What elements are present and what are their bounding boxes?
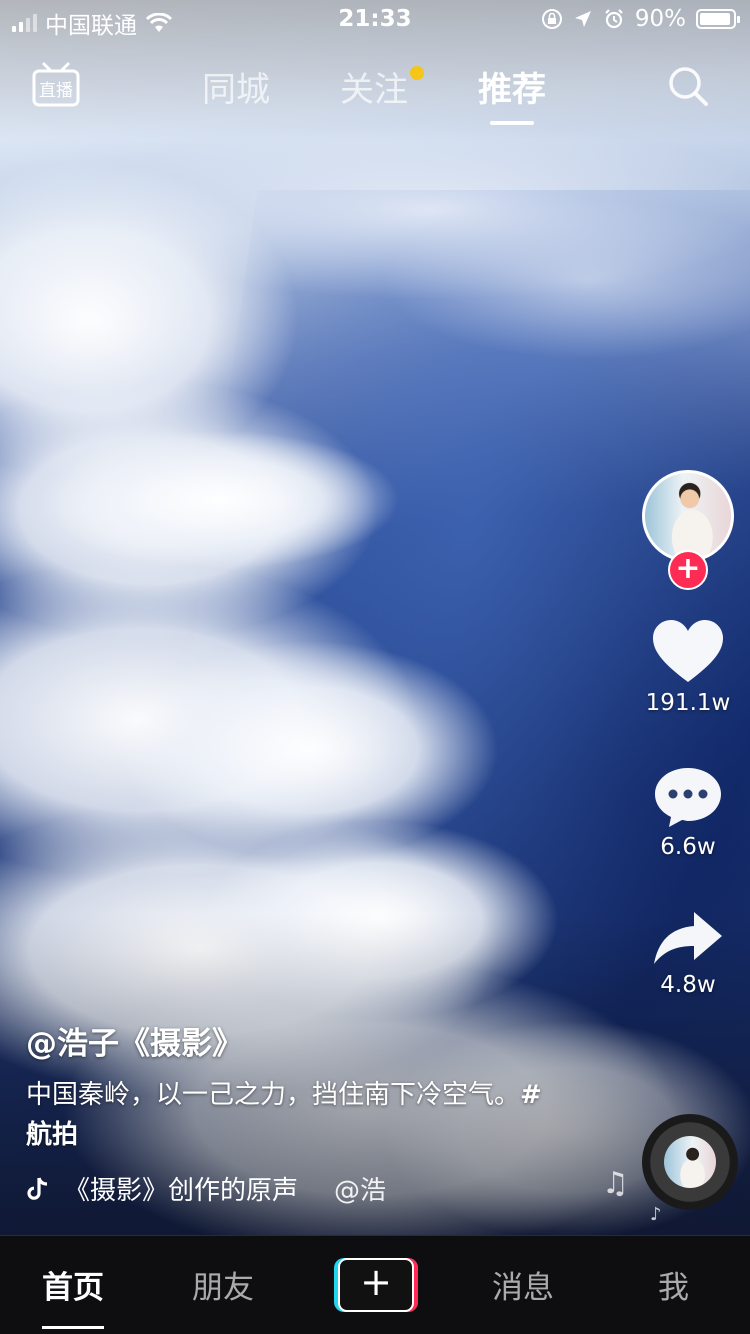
new-content-dot — [410, 66, 424, 80]
tab-me[interactable]: 我 — [658, 1262, 689, 1307]
tab-friends[interactable]: 朋友 — [192, 1262, 254, 1307]
location-icon — [574, 11, 591, 27]
tab-home[interactable]: 首页 — [42, 1262, 104, 1329]
orientation-lock-icon — [541, 9, 562, 29]
music-note-icon: ♫ — [602, 1166, 629, 1201]
action-column: + 191.1w 6.6w 4.8w — [638, 470, 738, 998]
music-title: 《摄影》创作的原声 — [64, 1176, 299, 1206]
create-button[interactable]: + — [334, 1258, 418, 1312]
plus-icon: + — [338, 1258, 414, 1312]
top-nav: 直播 同城 关注 推荐 — [0, 56, 750, 126]
like-action[interactable]: 191.1w — [638, 618, 738, 716]
alarm-icon — [605, 9, 623, 29]
music-info[interactable]: 《摄影》创作的原声 @浩 — [26, 1170, 416, 1207]
heart-icon[interactable] — [651, 618, 725, 686]
author-avatar-wrap: + — [638, 470, 738, 590]
search-icon[interactable] — [666, 64, 710, 108]
music-note-small-icon: ♪ — [650, 1204, 662, 1225]
tab-following[interactable]: 关注 — [340, 62, 408, 111]
follow-button[interactable]: + — [668, 550, 708, 590]
tab-recommend[interactable]: 推荐 — [478, 62, 546, 125]
status-bar: 中国联通 21:33 90% — [0, 0, 750, 40]
music-title-scroll: @浩 — [334, 1176, 387, 1206]
tab-local[interactable]: 同城 — [202, 62, 270, 111]
bottom-tab-bar: 首页 朋友 + 消息 我 — [0, 1235, 750, 1334]
comment-count: 6.6w — [660, 834, 716, 860]
tiktok-note-icon — [27, 1177, 48, 1200]
battery-percent: 90% — [634, 6, 686, 32]
description-text: 中国秦岭，以一己之力，挡住南下冷空气。 — [26, 1080, 521, 1110]
live-label: 直播 — [39, 81, 73, 101]
live-tv-icon[interactable]: 直播 — [30, 60, 82, 110]
share-action[interactable]: 4.8w — [638, 908, 738, 998]
share-count: 4.8w — [660, 972, 716, 998]
tab-messages[interactable]: 消息 — [492, 1262, 554, 1307]
video-description: 中国秦岭，以一己之力，挡住南下冷空气。#航拍 — [26, 1075, 556, 1155]
music-disc[interactable] — [642, 1114, 738, 1210]
disc-cover — [664, 1136, 716, 1188]
author-avatar[interactable] — [642, 470, 734, 562]
share-arrow-icon[interactable] — [652, 908, 724, 968]
video-info: @浩子《摄影》 中国秦岭，以一己之力，挡住南下冷空气。#航拍 — [26, 1018, 556, 1155]
status-right: 90% — [541, 6, 740, 32]
cloud — [40, 430, 400, 570]
comment-icon[interactable] — [652, 764, 724, 830]
author-name[interactable]: @浩子《摄影》 — [26, 1018, 556, 1063]
like-count: 191.1w — [645, 690, 731, 716]
comment-action[interactable]: 6.6w — [638, 764, 738, 860]
battery-icon — [696, 9, 740, 29]
